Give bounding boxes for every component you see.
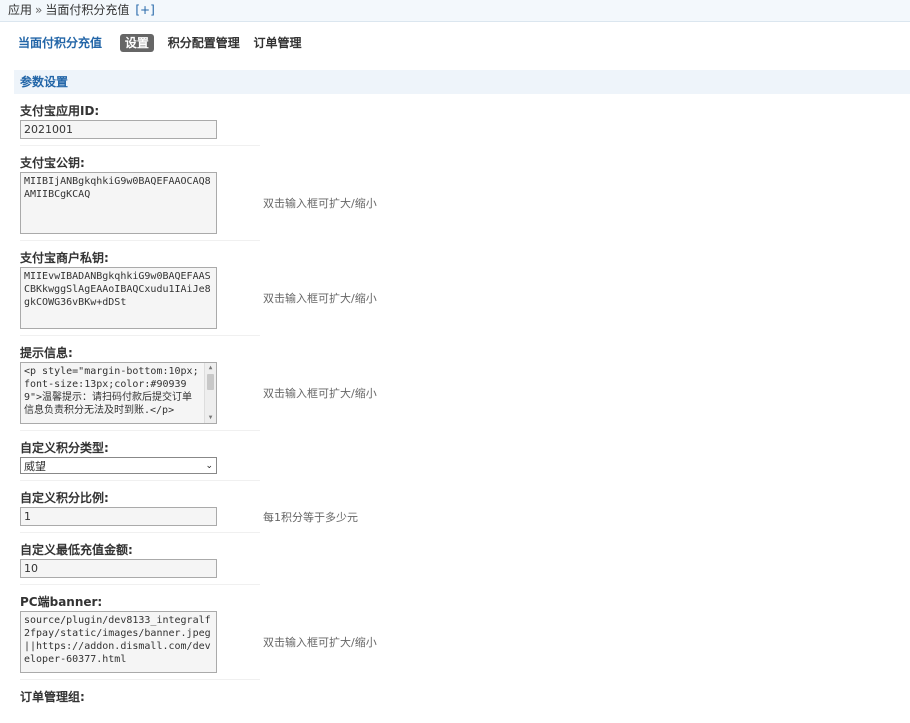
- min-amount-label: 自定义最低充值金额:: [20, 543, 133, 557]
- form-row-credit-ratio: 自定义积分比例: 1 每1积分等于多少元: [0, 481, 910, 533]
- tab-credit-config[interactable]: 积分配置管理: [168, 36, 240, 50]
- breadcrumb-current: 当面付积分充值: [45, 3, 130, 17]
- credit-type-label: 自定义积分类型:: [20, 441, 109, 455]
- credit-type-value: 威望: [24, 459, 46, 473]
- add-shortcut-link[interactable]: [+]: [135, 3, 154, 17]
- form-row-public-key: 支付宝公钥: MIIBIjANBgkqhkiG9w0BAQEFAAOCAQ8AM…: [0, 146, 910, 241]
- scroll-thumb[interactable]: [207, 374, 214, 390]
- tab-settings[interactable]: 设置: [119, 34, 154, 52]
- private-key-label: 支付宝商户私钥:: [20, 251, 109, 265]
- form-row-min-amount: 自定义最低充值金额: 10: [0, 533, 910, 585]
- breadcrumb-root-link[interactable]: 应用: [8, 3, 32, 17]
- public-key-hint: 双击输入框可扩大/缩小: [263, 197, 377, 210]
- tip-scrollbar[interactable]: ▲ ▼: [204, 363, 216, 423]
- min-amount-input[interactable]: 10: [20, 559, 217, 578]
- form-row-tip: 提示信息: <p style="margin-bottom:10px;font-…: [0, 336, 910, 431]
- form-row-app-id: 支付宝应用ID: 2021001: [0, 94, 910, 146]
- app-id-input[interactable]: 2021001: [20, 120, 217, 139]
- breadcrumb-separator: »: [35, 3, 43, 17]
- breadcrumb: 应用» 当面付积分充值 [+]: [0, 0, 910, 22]
- private-key-textarea[interactable]: MIIEvwIBADANBgkqhkiG9w0BAQEFAASCBKkwggSl…: [20, 267, 217, 329]
- scroll-up-icon[interactable]: ▲: [205, 363, 216, 373]
- form-row-order-group: 订单管理组:: [0, 680, 910, 706]
- tip-textarea-content: <p style="margin-bottom:10px;font-size:1…: [24, 366, 199, 416]
- form-row-pc-banner: PC端banner: source/plugin/dev8133_integra…: [0, 585, 910, 680]
- credit-ratio-hint: 每1积分等于多少元: [263, 510, 358, 524]
- plugin-nav: 当面付积分充值 设置 积分配置管理 订单管理: [0, 22, 910, 66]
- credit-type-select[interactable]: 威望 ⌄: [20, 457, 217, 474]
- pc-banner-hint: 双击输入框可扩大/缩小: [263, 636, 377, 649]
- credit-ratio-input[interactable]: 1: [20, 507, 217, 526]
- credit-ratio-label: 自定义积分比例:: [20, 491, 109, 505]
- scroll-down-icon[interactable]: ▼: [205, 413, 216, 423]
- order-group-label: 订单管理组:: [20, 690, 85, 704]
- tab-order-management[interactable]: 订单管理: [254, 36, 302, 50]
- plugin-title: 当面付积分充值: [18, 36, 103, 50]
- chevron-down-icon: ⌄: [205, 460, 213, 471]
- form-row-private-key: 支付宝商户私钥: MIIEvwIBADANBgkqhkiG9w0BAQEFAAS…: [0, 241, 910, 336]
- public-key-textarea[interactable]: MIIBIjANBgkqhkiG9w0BAQEFAAOCAQ8AMIIBCgKC…: [20, 172, 217, 234]
- tip-textarea[interactable]: <p style="margin-bottom:10px;font-size:1…: [20, 362, 217, 424]
- private-key-hint: 双击输入框可扩大/缩小: [263, 292, 377, 305]
- public-key-label: 支付宝公钥:: [20, 156, 85, 170]
- section-title: 参数设置: [14, 70, 910, 94]
- pc-banner-label: PC端banner:: [20, 595, 103, 609]
- tip-hint: 双击输入框可扩大/缩小: [263, 387, 377, 400]
- form-row-credit-type: 自定义积分类型: 威望 ⌄: [0, 431, 910, 481]
- app-id-label: 支付宝应用ID:: [20, 104, 100, 118]
- pc-banner-textarea[interactable]: source/plugin/dev8133_integralf2fpay/sta…: [20, 611, 217, 673]
- tip-label: 提示信息:: [20, 346, 73, 360]
